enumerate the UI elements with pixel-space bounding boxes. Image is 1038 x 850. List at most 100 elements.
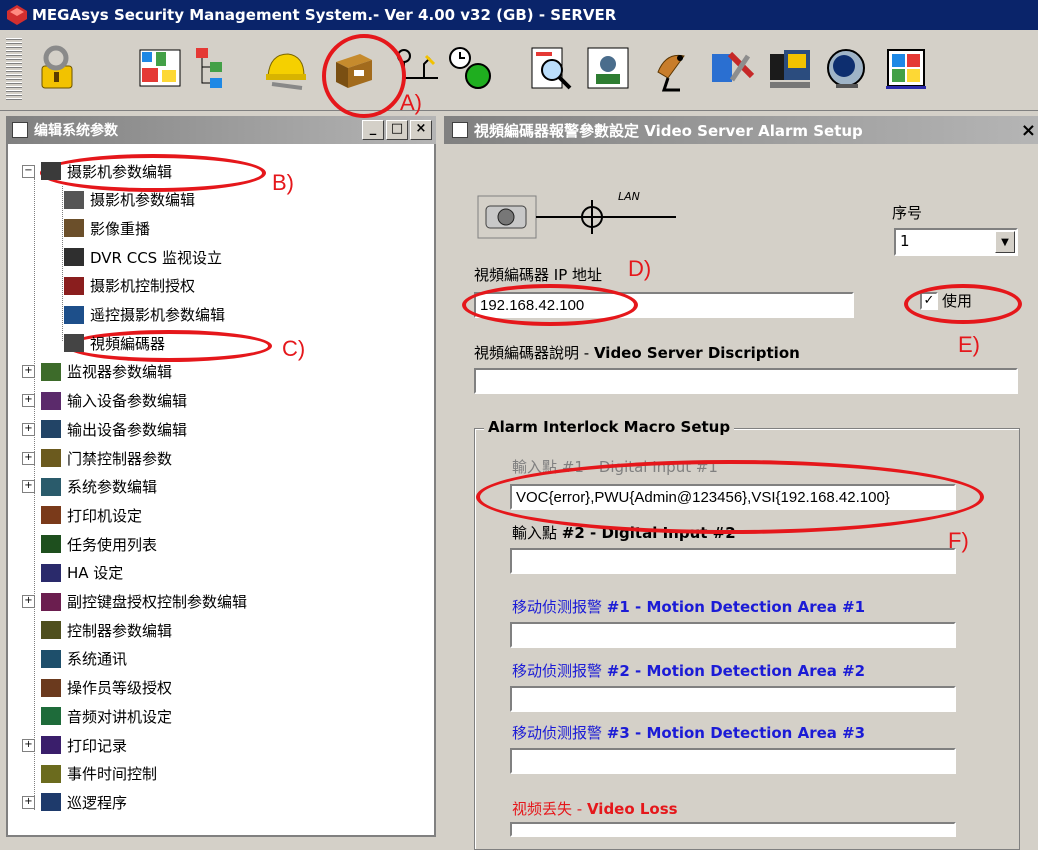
tree-item[interactable]: 操作员等级授权 [22,675,172,701]
right-panel-title: 視頻編碼器報警參數設定 Video Server Alarm Setup [474,121,863,140]
tree-item[interactable]: 摄影机参数编辑 [64,187,195,213]
tree-item[interactable]: + 巡逻程序 [22,789,127,815]
tree-item-label: 监视器参数编辑 [67,363,173,382]
tree-item-label: 摄影机控制授权 [90,277,196,296]
expand-icon[interactable]: + [22,365,35,379]
motion-area-1-label-en: #1 - Motion Detection Area #1 [606,598,866,616]
tree-node-icon [41,535,61,554]
tools-icon[interactable] [708,44,756,92]
tree-item[interactable]: 打印机设定 [22,502,142,528]
tree-item-label: 系统参数编辑 [67,478,158,497]
tree-item[interactable]: 影像重播 [64,215,150,241]
main-toolbar [0,30,1038,111]
tree-node-icon [41,162,61,180]
toolbar-grip[interactable] [6,38,22,100]
tree-item[interactable]: 視頻編碼器 [64,330,165,356]
tree-item[interactable]: + 副控键盘授权控制参数编辑 [22,589,247,615]
tree-item[interactable]: 摄影机控制授权 [64,273,195,299]
profile-icon[interactable] [584,44,632,92]
tree-item-label: 摄影机参数编辑 [67,162,173,181]
keys-icon[interactable] [34,44,82,92]
maximize-button[interactable]: □ [386,120,408,140]
annotation-c: C) [282,336,306,361]
tree-item[interactable]: 事件时间控制 [22,761,157,787]
tree-node-icon [64,248,84,267]
tree-node-icon [41,736,61,754]
report-icon[interactable] [526,44,574,92]
tree-item[interactable]: + 输出设备参数编辑 [22,416,187,442]
tree-item[interactable]: HA 设定 [22,560,123,586]
tree-node-icon [41,707,61,726]
motion-area-3-input[interactable] [510,748,956,774]
tree-item-label: 打印记录 [67,736,128,755]
digital-input-2-input[interactable] [510,548,956,574]
tree-node-icon [41,793,61,812]
tree-item[interactable]: + 门禁控制器参数 [22,445,172,471]
layout-icon[interactable] [136,44,184,92]
tree-item-label: 遥控摄影机参数编辑 [90,306,226,324]
description-label-cn: 視頻編碼器說明 - [474,344,594,362]
description-label: 視頻編碼器說明 - Video Server Discription [474,342,800,363]
monitor-icon[interactable] [822,44,870,92]
close-button[interactable]: × [410,120,432,140]
tree-item-label: 事件时间控制 [67,765,158,784]
video-loss-label-en: Video Loss [586,800,678,818]
annotation-e: E) [958,332,980,357]
video-loss-input[interactable] [510,822,956,837]
left-panel-title: 编辑系统参数 [34,123,118,139]
tree-item[interactable]: + 监视器参数编辑 [22,359,172,385]
tree-item-label: 门禁控制器参数 [67,449,173,468]
hardhat-icon[interactable] [262,44,310,92]
tree-node-icon [41,506,61,525]
lan-label: LAN [618,190,640,203]
tree-item-label: HA 设定 [67,564,124,583]
tree-item[interactable]: 控制器参数编辑 [22,617,172,643]
tree-item[interactable]: DVR CCS 监视设立 [64,244,222,270]
satellite-icon[interactable] [650,44,698,92]
tree-item[interactable]: 任务使用列表 [22,531,157,557]
tree-item-label: 操作员等级授权 [67,679,173,698]
close-icon[interactable]: × [1021,120,1036,141]
tree-item[interactable]: 遥控摄影机参数编辑 [64,302,225,328]
expand-icon[interactable]: + [22,480,35,494]
tree-node-icon [41,592,61,611]
motion-area-1-input[interactable] [510,622,956,648]
tree-node-icon [64,219,84,238]
tree-item[interactable]: + 系统参数编辑 [22,474,157,500]
app-logo-icon [7,5,27,25]
motion-area-1-label: 移动侦测报警 #1 - Motion Detection Area #1 [512,596,865,617]
grid-icon[interactable] [882,44,930,92]
tree-icon[interactable] [188,44,236,92]
expand-icon[interactable]: + [22,738,35,752]
expand-icon[interactable]: + [22,422,35,436]
tree-item-label: 控制器参数编辑 [67,621,173,640]
expand-icon[interactable]: + [22,795,35,809]
motion-area-2-input[interactable] [510,686,956,712]
tree-item[interactable]: 音频对讲机设定 [22,703,172,729]
tree-item[interactable]: + 输入设备参数编辑 [22,388,187,414]
sequence-select[interactable]: 1 ▼ [894,228,1018,256]
tree-node-icon [64,334,84,353]
collapse-icon[interactable]: − [22,164,35,178]
video-loss-label-cn: 视频丢失 - [512,800,587,818]
expand-icon[interactable]: + [22,394,35,408]
description-label-en: Video Server Discription [593,344,800,362]
tree-item-label: 視頻編碼器 [90,334,166,353]
description-input[interactable] [474,368,1018,394]
tree-item[interactable]: − 摄影机参数编辑 [22,158,172,184]
motion-area-2-label: 移动侦测报警 #2 - Motion Detection Area #2 [512,660,865,681]
tree-node-icon [41,649,61,668]
expand-icon[interactable]: + [22,595,35,608]
minimize-button[interactable]: _ [362,120,384,140]
tree-connector [62,186,63,341]
right-panel-caption: 視頻編碼器報警參數設定 Video Server Alarm Setup × [444,116,1038,144]
expand-icon[interactable]: + [22,451,35,465]
tree-item[interactable]: + 打印记录 [22,732,127,758]
video-icon[interactable] [766,44,814,92]
motion-area-3-label: 移动侦测报警 #3 - Motion Detection Area #3 [512,722,865,743]
chevron-down-icon[interactable]: ▼ [995,231,1015,253]
window-title: MEGAsys Security Management System.- Ver… [32,6,617,24]
clock-icon[interactable] [446,44,494,92]
motion-area-3-label-cn: 移动侦测报警 [512,724,607,742]
tree-item[interactable]: 系统通讯 [22,646,127,672]
